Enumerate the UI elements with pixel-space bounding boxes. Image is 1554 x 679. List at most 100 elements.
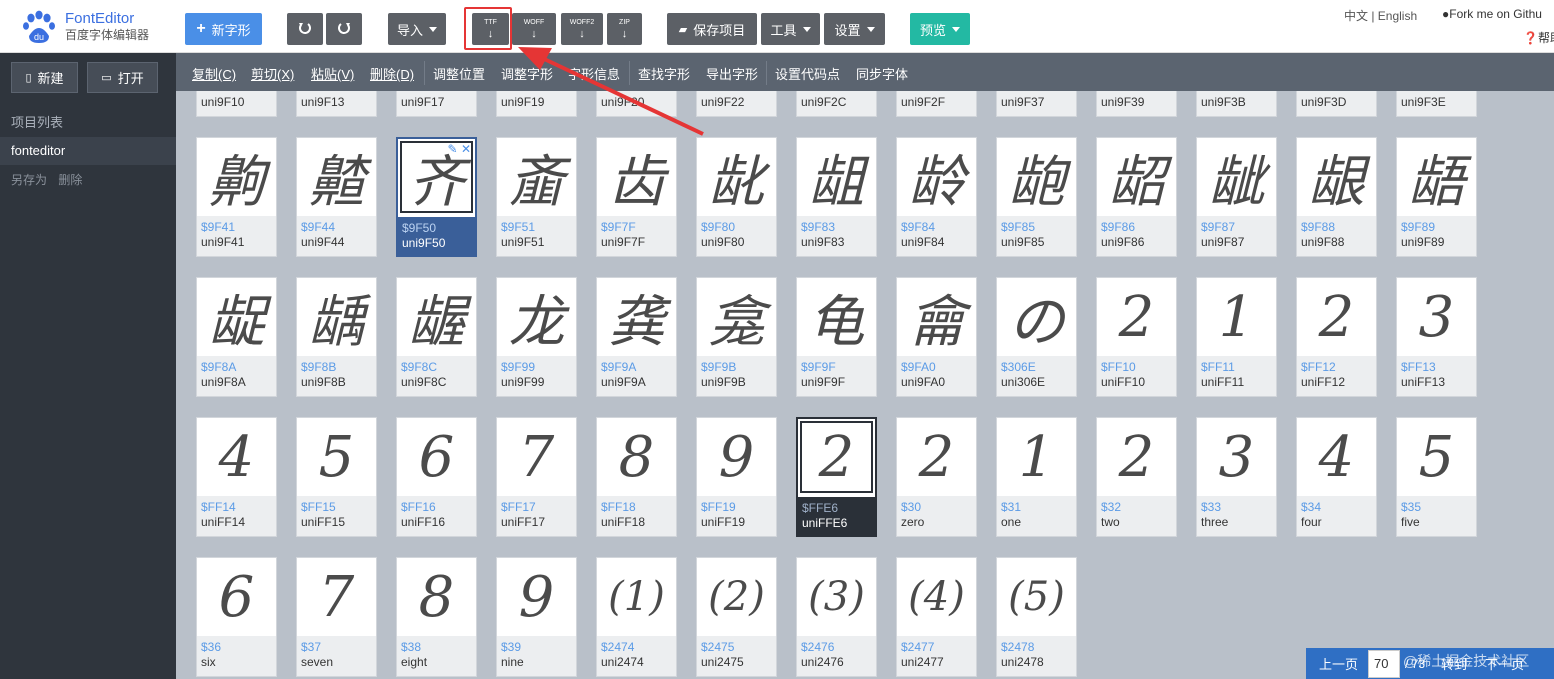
close-icon[interactable]: ✕: [461, 142, 471, 156]
glyph-cell[interactable]: (4) $2477 uni2477: [896, 557, 977, 677]
language-switch[interactable]: 中文 | English: [1344, 7, 1417, 24]
page-input[interactable]: 70: [1368, 649, 1401, 678]
settings-dropdown[interactable]: 设置: [824, 13, 885, 45]
export-woff-button[interactable]: WOFF ↓: [512, 13, 556, 45]
glyph-cell[interactable]: uni9F10: [196, 91, 277, 117]
glyph-cell[interactable]: 齿 $9F7F uni9F7F: [596, 137, 677, 257]
glyph-preview: 8: [418, 564, 455, 630]
glyph-cell[interactable]: 齁 $9F41 uni9F41: [196, 137, 277, 257]
save-project-button[interactable]: ▰ 保存项目: [667, 13, 757, 45]
glyph-cell[interactable]: 2 $FFE6 uniFFE6: [796, 417, 877, 537]
undo-button[interactable]: [287, 13, 323, 45]
github-link[interactable]: ●Fork me on Githu: [1442, 7, 1542, 21]
sync-font-button[interactable]: 同步字体: [856, 64, 908, 83]
export-glyph-button[interactable]: 导出字形: [706, 64, 758, 83]
undo-icon: [299, 23, 311, 34]
fonteditor-logo[interactable]: du FontEditor 百度字体编辑器: [22, 10, 172, 46]
export-zip-button[interactable]: ZIP ↓: [607, 13, 642, 45]
find-glyph-button[interactable]: 查找字形: [638, 64, 690, 83]
glyph-cell[interactable]: 2 $FF12 uniFF12: [1296, 277, 1377, 397]
glyph-cell[interactable]: 7 $FF17 uniFF17: [496, 417, 577, 537]
redo-button[interactable]: [326, 13, 362, 45]
plus-icon: +: [196, 20, 206, 37]
glyph-cell[interactable]: 齑 $9F51 uni9F51: [496, 137, 577, 257]
glyph-cell[interactable]: 龊 $9F8A uni9F8A: [196, 277, 277, 397]
glyph-cell[interactable]: 齄 $9F44 uni9F44: [296, 137, 377, 257]
glyph-cell[interactable]: uni9F2C: [796, 91, 877, 117]
glyph-info-button[interactable]: 字形信息: [568, 64, 620, 83]
new-project-button[interactable]: ▯ 新建: [11, 62, 78, 93]
glyph-cell[interactable]: 8 $38 eight: [396, 557, 477, 677]
glyph-cell[interactable]: uni9F22: [696, 91, 777, 117]
glyph-cell[interactable]: 龃 $9F83 uni9F83: [796, 137, 877, 257]
glyph-cell[interactable]: uni9F3D: [1296, 91, 1377, 117]
cut-button[interactable]: 剪切(X): [251, 64, 294, 83]
glyph-cell[interactable]: 龀 $9F80 uni9F80: [696, 137, 777, 257]
glyph-cell[interactable]: 5 $35 five: [1396, 417, 1477, 537]
glyph-name: uniFF12: [1301, 375, 1346, 389]
glyph-cell[interactable]: uni9F37: [996, 91, 1077, 117]
copy-button[interactable]: 复制(C): [192, 64, 236, 83]
import-dropdown[interactable]: 导入: [388, 13, 446, 45]
export-woff2-button[interactable]: WOFF2 ↓: [561, 13, 603, 45]
glyph-cell[interactable]: 1 $FF11 uniFF11: [1196, 277, 1277, 397]
glyph-cell[interactable]: 4 $FF14 uniFF14: [196, 417, 277, 537]
save-as-link[interactable]: 另存为: [11, 173, 47, 187]
glyph-cell[interactable]: (3) $2476 uni2476: [796, 557, 877, 677]
adjust-glyph-button[interactable]: 调整字形: [501, 64, 553, 83]
glyph-cell[interactable]: 2 $32 two: [1096, 417, 1177, 537]
glyph-cell[interactable]: 龄 $9F84 uni9F84: [896, 137, 977, 257]
glyph-cell[interactable]: 7 $37 seven: [296, 557, 377, 677]
glyph-cell[interactable]: 龠 $9FA0 uni9FA0: [896, 277, 977, 397]
glyph-cell[interactable]: uni9F39: [1096, 91, 1177, 117]
delete-project-link[interactable]: 删除: [58, 173, 82, 187]
paste-button[interactable]: 粘贴(V): [311, 64, 354, 83]
glyph-cell[interactable]: 龆 $9F86 uni9F86: [1096, 137, 1177, 257]
glyph-cell[interactable]: uni9F3E: [1396, 91, 1477, 117]
glyph-cell[interactable]: (2) $2475 uni2475: [696, 557, 777, 677]
glyph-cell[interactable]: (1) $2474 uni2474: [596, 557, 677, 677]
glyph-cell[interactable]: 8 $FF18 uniFF18: [596, 417, 677, 537]
glyph-cell[interactable]: (5) $2478 uni2478: [996, 557, 1077, 677]
new-glyph-button[interactable]: + 新字形: [185, 13, 262, 45]
glyph-cell[interactable]: 4 $34 four: [1296, 417, 1377, 537]
glyph-cell[interactable]: uni9F19: [496, 91, 577, 117]
delete-button[interactable]: 删除(D): [370, 64, 414, 83]
glyph-cell[interactable]: 齐 ✎ ✕ $9F50 uni9F50: [396, 137, 477, 257]
glyph-cell[interactable]: 龙 $9F99 uni9F99: [496, 277, 577, 397]
glyph-cell[interactable]: 9 $FF19 uniFF19: [696, 417, 777, 537]
glyph-cell[interactable]: 龅 $9F85 uni9F85: [996, 137, 1077, 257]
preview-dropdown[interactable]: 预览: [910, 13, 970, 45]
glyph-cell[interactable]: 3 $FF13 uniFF13: [1396, 277, 1477, 397]
prev-page-button[interactable]: 上一页: [1319, 654, 1358, 673]
glyph-cell[interactable]: 龚 $9F9A uni9F9A: [596, 277, 677, 397]
pencil-icon[interactable]: ✎: [448, 142, 458, 156]
glyph-cell[interactable]: 1 $31 one: [996, 417, 1077, 537]
glyph-cell[interactable]: 龛 $9F9B uni9F9B: [696, 277, 777, 397]
adjust-position-button[interactable]: 调整位置: [433, 64, 485, 83]
glyph-cell[interactable]: 龉 $9F89 uni9F89: [1396, 137, 1477, 257]
glyph-cell[interactable]: 龟 $9F9F uni9F9F: [796, 277, 877, 397]
glyph-cell[interactable]: 3 $33 three: [1196, 417, 1277, 537]
glyph-cell[interactable]: uni9F2F: [896, 91, 977, 117]
glyph-cell[interactable]: uni9F20: [596, 91, 677, 117]
glyph-cell[interactable]: の $306E uni306E: [996, 277, 1077, 397]
glyph-cell[interactable]: uni9F13: [296, 91, 377, 117]
glyph-cell[interactable]: 5 $FF15 uniFF15: [296, 417, 377, 537]
set-codepoint-button[interactable]: 设置代码点: [775, 64, 840, 83]
glyph-cell[interactable]: 6 $36 six: [196, 557, 277, 677]
glyph-cell[interactable]: 2 $FF10 uniFF10: [1096, 277, 1177, 397]
open-project-button[interactable]: ▭ 打开: [87, 62, 158, 93]
glyph-cell[interactable]: uni9F17: [396, 91, 477, 117]
glyph-cell[interactable]: 9 $39 nine: [496, 557, 577, 677]
glyph-cell[interactable]: 龇 $9F87 uni9F87: [1196, 137, 1277, 257]
glyph-cell[interactable]: 龌 $9F8C uni9F8C: [396, 277, 477, 397]
glyph-cell[interactable]: 龈 $9F88 uni9F88: [1296, 137, 1377, 257]
project-item-fonteditor[interactable]: fonteditor: [0, 137, 176, 165]
tools-dropdown[interactable]: 工具: [761, 13, 820, 45]
glyph-cell[interactable]: 龋 $9F8B uni9F8B: [296, 277, 377, 397]
glyph-cell[interactable]: uni9F3B: [1196, 91, 1277, 117]
help-link[interactable]: ❓帮助: [1523, 29, 1554, 46]
glyph-cell[interactable]: 2 $30 zero: [896, 417, 977, 537]
glyph-cell[interactable]: 6 $FF16 uniFF16: [396, 417, 477, 537]
